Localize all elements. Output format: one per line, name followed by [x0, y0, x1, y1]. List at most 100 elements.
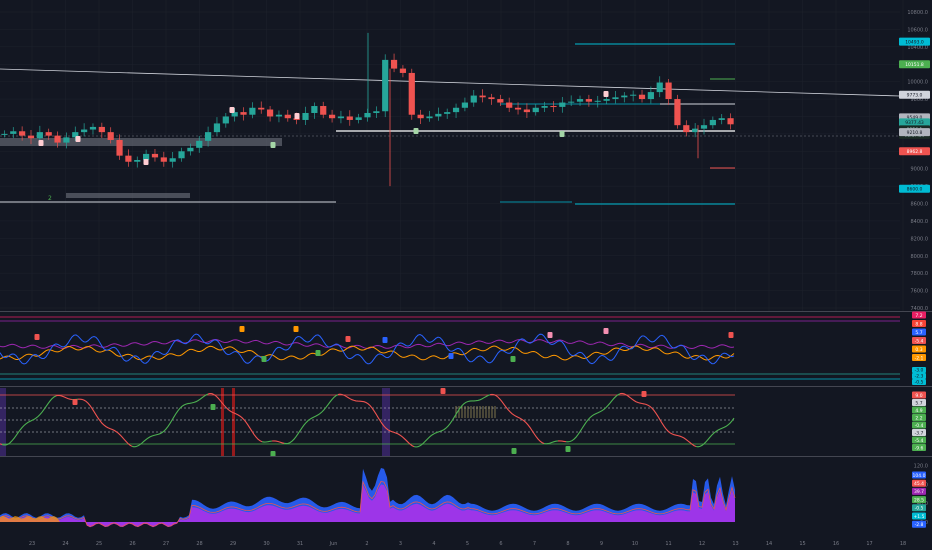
signal-marker: [229, 107, 235, 113]
candle-body: [205, 132, 212, 141]
oscillator-pane-3[interactable]: 120.080.040.00.0 104.045.439.728.5-0.5+1…: [0, 456, 932, 536]
osc2-segment: [55, 394, 73, 401]
osc3-tick-label: 120.0: [914, 464, 928, 470]
signal-marker: [239, 326, 245, 332]
osc2-axis-tags: 9.05.7 4.92.2 -0.4-3.7 -5.4-9.6: [912, 391, 926, 451]
osc3-axis-tags: 104.0 45.4 39.7 28.5 -0.5 +1.5 -2.8: [912, 471, 926, 528]
oscillator-pane-2[interactable]: 9.05.7 4.92.2 -0.4-3.7 -5.4-9.6: [0, 386, 932, 456]
time-tick-label: 27: [163, 541, 169, 547]
price-tick-label: 10600.0: [907, 27, 928, 33]
osc2-wave: [0, 392, 735, 448]
candle-body: [125, 155, 132, 162]
osc2-segment: [565, 393, 621, 443]
trend-line[interactable]: [0, 68, 901, 97]
signal-marker: [413, 128, 419, 134]
osc-tag-label: -3.7: [915, 430, 924, 436]
candle-body: [116, 139, 123, 156]
price-tag-label: 8962.8: [907, 149, 923, 155]
price-tick-label: 9000.0: [911, 167, 929, 173]
osc2-segment: [131, 393, 209, 448]
signal-marker: [270, 142, 276, 148]
price-tag-label: 9377.43: [905, 120, 924, 126]
candle-body: [612, 97, 619, 100]
candle-body: [302, 112, 309, 120]
price-axis[interactable]: 10800.010600.010400.010200.010000.09800.…: [907, 10, 928, 311]
signal-marker: [547, 332, 553, 338]
candle-body: [240, 112, 247, 115]
time-tick-label: 28: [196, 541, 202, 547]
oscillator-pane-1[interactable]: 7.2 8.8 5.7 -5.4 0.3 -2.1 -3.0-2.3-0.5: [0, 311, 932, 386]
time-axis-labels: 23 24 25 26 27 28 29 30 31 Jun 2 3 4 5 6 7 8 9 10 11 12 13 14 1…: [29, 541, 906, 547]
signal-marker: [448, 353, 454, 359]
candle-body: [461, 102, 469, 108]
time-tick-label: 3: [399, 541, 402, 547]
signal-marker: [261, 356, 267, 362]
time-tick-label: 25: [96, 541, 102, 547]
osc-tag-label: 45.4: [914, 481, 924, 487]
candle-body: [576, 99, 584, 102]
candle-body: [718, 118, 725, 120]
osc-tag-label: -0.5: [915, 380, 924, 386]
candle-body: [249, 107, 256, 115]
candle-body: [656, 82, 663, 93]
candle-body: [709, 119, 716, 126]
price-chart-pane[interactable]: 2 10800.010600.010400.010200.010000.0980…: [0, 0, 932, 311]
candle-body: [187, 147, 194, 152]
osc-tag-label: 2.2: [915, 415, 922, 421]
signal-marker: [345, 336, 351, 342]
candle-body: [98, 126, 105, 133]
osc2-segment: [261, 440, 273, 443]
osc-tag-label: -2.3: [915, 374, 924, 380]
time-tick-label: 9: [600, 541, 603, 547]
candle-body: [408, 72, 415, 115]
time-axis[interactable]: 23 24 25 26 27 28 29 30 31 Jun 2 3 4 5 6 7 8 9 10 11 12 13 14 1…: [0, 536, 932, 550]
price-tag-label: 9210.8: [907, 130, 923, 136]
highlight-band: [221, 388, 224, 456]
candle-body: [568, 101, 575, 103]
candle-body: [54, 135, 61, 143]
osc1-slow-line: [0, 345, 735, 361]
osc-tag-label: +1.5: [914, 514, 925, 520]
price-grid: [0, 0, 904, 311]
time-tick-label: 26: [129, 541, 135, 547]
candle-body: [692, 128, 699, 133]
candle-body: [647, 92, 654, 100]
osc-tag-label: -2.8: [915, 522, 924, 528]
signal-marker: [315, 350, 321, 356]
osc-tag-label: 28.5: [914, 497, 924, 503]
candle-body: [311, 106, 318, 113]
osc2-segment: [489, 393, 545, 445]
osc-tag-label: 104.0: [913, 473, 926, 479]
time-tick-label: 12: [699, 541, 705, 547]
candle-body: [523, 109, 530, 113]
time-tick-label: 18: [900, 541, 906, 547]
candle-body: [81, 129, 88, 133]
candle-body: [19, 131, 26, 136]
price-tag-label: 9773.0: [907, 93, 923, 99]
time-tick-label: 14: [766, 541, 772, 547]
osc-tag-label: 4.9: [915, 408, 922, 414]
candle-body: [328, 114, 336, 119]
osc2-segment: [337, 393, 415, 448]
candle-body: [727, 118, 734, 125]
osc-tag-label: -0.5: [915, 506, 924, 512]
candle-body: [497, 99, 504, 103]
osc-tag-label: -5.4: [915, 338, 924, 344]
time-tick-label: 7: [533, 541, 536, 547]
candle-body: [638, 94, 646, 100]
price-tag-label: 10151.8: [905, 62, 924, 68]
highlight-band: [232, 388, 235, 456]
signal-marker: [559, 131, 565, 137]
signal-marker: [210, 404, 216, 410]
candle-body: [630, 94, 637, 96]
signal-marker: [565, 446, 571, 452]
osc2-segment: [271, 440, 285, 444]
candle-body: [470, 95, 477, 103]
candle-body: [45, 132, 52, 136]
candle-body: [284, 114, 291, 119]
osc2-segment: [695, 417, 735, 448]
hatch-zone: [455, 406, 496, 418]
candle-body: [1, 133, 8, 135]
candle-body: [10, 131, 17, 134]
candle-body: [266, 109, 274, 117]
